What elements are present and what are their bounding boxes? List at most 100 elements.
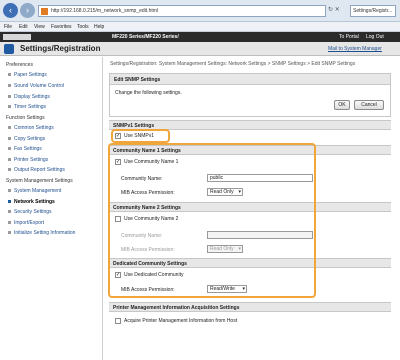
sidebar-item-label: Network Settings [14,199,55,205]
use-dedicated-label: Use Dedicated Community [124,272,184,278]
browser-tab[interactable]: Settings/Registr... [350,5,396,17]
acquire-printer-info-checkbox[interactable] [115,318,121,324]
community2-name-input[interactable] [207,231,313,239]
sidebar-item-copy-settings[interactable]: Copy Settings [8,136,45,142]
sidebar-item-initialize[interactable]: Initialize Setting Information [8,230,75,236]
community2-name-label: Community Name: [121,233,163,239]
main-content: Settings/Registration: System Management… [106,57,396,360]
use-snmpv1-label: Use SNMPv1 [124,133,155,139]
bullet-icon [8,231,11,234]
back-arrow-icon[interactable]: ‹ [3,3,18,18]
sidebar-item-label: System Management [14,188,62,194]
community1-name-input[interactable]: public [207,174,313,182]
snmpv1-heading: SNMPv1 Settings [109,120,391,130]
bullet-icon [8,210,11,213]
menu-edit[interactable]: Edit [19,24,28,30]
to-portal-link[interactable]: To Portal [339,34,359,40]
bullet-icon [8,84,11,87]
sidebar-item-label: Sound Volume Control [14,83,65,89]
sidebar-item-sound-volume[interactable]: Sound Volume Control [8,83,65,89]
use-community1-checkbox[interactable]: ✓ [115,159,121,165]
community1-heading: Community Name 1 Settings [109,145,391,155]
community2-mib-value: Read Only [210,246,234,252]
sidebar-item-security-settings[interactable]: Security Settings [8,209,52,215]
sidebar-item-label: Display Settings [14,94,50,100]
dedicated-mib-select[interactable]: Read/Write ▾ [207,285,247,293]
use-dedicated-checkbox[interactable]: ✓ [115,272,121,278]
community1-mib-value: Read Only [210,189,234,195]
community2-mib-label: MIB Access Permission: [121,247,175,253]
bullet-icon [8,73,11,76]
community2-heading: Community Name 2 Settings [109,202,391,212]
description-text: Change the following settings. [115,90,182,96]
brand-logo [3,34,31,40]
acquire-printer-info-label: Acquire Printer Management Information f… [124,318,238,324]
refresh-icon[interactable]: ↻ ✕ [328,6,340,13]
use-snmpv1-checkbox[interactable]: ✓ [115,133,121,139]
bullet-icon [8,158,11,161]
bullet-icon [8,137,11,140]
favicon-icon [41,8,48,15]
url-input[interactable]: http://192.168.0.215/m_network_snmp_edit… [38,5,326,17]
bullet-icon [8,95,11,98]
use-community2-checkbox[interactable] [115,216,121,222]
edit-snmp-heading: Edit SNMP Settings [110,74,390,85]
sidebar-heading-preferences: Preferences [6,62,33,68]
menu-favorites[interactable]: Favorites [51,24,72,30]
sidebar-item-timer-settings[interactable]: Timer Settings [8,104,47,110]
forward-arrow-icon[interactable]: › [20,3,35,18]
sidebar-item-fax-settings[interactable]: Fax Settings [8,146,42,152]
bullet-icon [8,126,11,129]
sidebar-item-system-management[interactable]: System Management [8,188,62,194]
title-bar: Settings/Registration Mail to System Man… [0,42,400,56]
log-out-link[interactable]: Log Out [366,34,384,40]
sidebar-item-label: Security Settings [14,209,52,215]
community1-mib-label: MIB Access Permission: [121,190,175,196]
browser-address-bar: ‹ › http://192.168.0.215/m_network_snmp_… [0,0,400,22]
community1-mib-select[interactable]: Read Only ▾ [207,188,243,196]
menu-tools[interactable]: Tools [77,24,89,30]
bullet-icon [8,168,11,171]
device-name: MF220 Series/MF220 Series/ [112,34,179,40]
sidebar-item-paper-settings[interactable]: Paper Settings [8,72,47,78]
community2-mib-select[interactable]: Read Only ▾ [207,245,243,253]
sidebar-item-label: Fax Settings [14,146,42,152]
mail-to-system-manager-link[interactable]: Mail to System Manager [328,46,382,52]
app-header: MF220 Series/MF220 Series/ To Portal Log… [0,32,400,42]
sidebar-item-output-report[interactable]: Output Report Settings [8,167,65,173]
use-community2-label: Use Community Name 2 [124,216,179,222]
dedicated-mib-value: Read/Write [210,286,235,292]
sidebar-item-network-settings[interactable]: Network Settings [8,199,55,205]
printer-management-heading: Printer Management Information Acquisiti… [109,302,391,312]
community1-name-label: Community Name: [121,176,163,182]
bullet-icon [8,147,11,150]
menu-view[interactable]: View [34,24,45,30]
page-title: Settings/Registration [20,44,101,53]
chevron-down-icon: ▾ [238,189,241,195]
sidebar-item-label: Output Report Settings [14,167,65,173]
use-community1-label: Use Community Name 1 [124,159,179,165]
sidebar-item-label: Timer Settings [14,104,47,110]
sidebar-item-printer-settings[interactable]: Printer Settings [8,157,49,163]
chevron-down-icon: ▾ [238,246,241,252]
sidebar-item-display-settings[interactable]: Display Settings [8,94,50,100]
sidebar-heading-function: Function Settings [6,115,45,121]
dedicated-mib-label: MIB Access Permission: [121,287,175,293]
menu-file[interactable]: File [4,24,12,30]
bullet-icon [8,200,11,203]
breadcrumb: Settings/Registration: System Management… [110,61,356,67]
sidebar-item-label: Printer Settings [14,157,49,163]
bullet-icon [8,221,11,224]
sidebar-item-label: Common Settings [14,125,54,131]
sidebar-item-import-export[interactable]: Import/Export [8,220,45,226]
browser-menu-bar: File Edit View Favorites Tools Help [0,22,400,32]
sidebar: Preferences Paper Settings Sound Volume … [0,57,103,360]
sidebar-item-common-settings[interactable]: Common Settings [8,125,54,131]
settings-icon [4,44,14,54]
cancel-button[interactable]: Cancel [354,100,384,110]
sidebar-heading-management: System Management Settings [6,178,73,184]
menu-help[interactable]: Help [94,24,104,30]
sidebar-item-label: Import/Export [14,220,45,226]
ok-button[interactable]: OK [334,100,350,110]
chevron-down-icon: ▾ [242,286,245,292]
